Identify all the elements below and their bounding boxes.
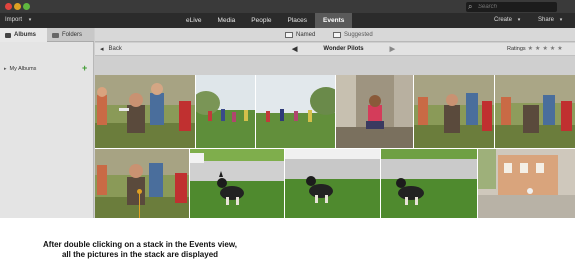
import-label: Import xyxy=(5,17,23,23)
import-menu[interactable]: Import ▾ xyxy=(5,13,31,28)
photo-thumbnail[interactable] xyxy=(414,75,494,148)
tab-elive[interactable]: eLive xyxy=(178,13,210,28)
stack-title: Wonder Pilots xyxy=(323,46,364,52)
add-album-icon[interactable]: + xyxy=(82,64,87,73)
tab-media[interactable]: Media xyxy=(210,13,244,28)
sidebar-tabs: Albums Folders xyxy=(0,28,94,42)
photo-thumbnail[interactable] xyxy=(285,149,380,218)
close-window-button[interactable] xyxy=(5,3,12,10)
create-menu[interactable]: Create ▾ xyxy=(494,13,520,28)
star-icon[interactable]: ★ xyxy=(535,43,540,56)
share-menu[interactable]: Share ▾ xyxy=(538,13,562,28)
calendar-icon xyxy=(333,32,341,38)
next-stack-icon[interactable]: ▶ xyxy=(390,43,395,56)
tab-albums[interactable]: Albums xyxy=(0,28,47,42)
named-tab[interactable]: Named xyxy=(285,28,315,42)
search-input[interactable] xyxy=(478,2,554,12)
view-tabs: eLive Media People Places Events xyxy=(178,13,353,28)
minimize-window-button[interactable] xyxy=(14,3,21,10)
caption-line-2: all the pictures in the stack are displa… xyxy=(61,250,219,259)
photo-thumbnail[interactable] xyxy=(381,149,477,218)
caption: After double clicking on a stack in the … xyxy=(20,240,260,260)
photo-thumbnail[interactable] xyxy=(196,75,255,148)
calendar-icon xyxy=(285,32,293,38)
chevron-down-icon: ▾ xyxy=(28,17,32,23)
suggested-tab[interactable]: Suggested xyxy=(333,28,373,42)
search-box[interactable]: ⌕ xyxy=(466,2,557,12)
chevron-down-icon: ▾ xyxy=(517,17,521,23)
albums-tab-label: Albums xyxy=(14,32,37,38)
tab-places[interactable]: Places xyxy=(280,13,316,28)
tab-events[interactable]: Events xyxy=(315,13,353,28)
caption-pointer-line xyxy=(139,191,140,218)
suggested-label: Suggested xyxy=(344,32,373,38)
sidebar: Albums Folders ▸ My Albums + xyxy=(0,28,94,218)
search-icon: ⌕ xyxy=(468,2,473,11)
tab-folders[interactable]: Folders xyxy=(47,28,94,42)
photo-grid xyxy=(95,75,575,218)
photo-thumbnail[interactable] xyxy=(95,75,195,148)
tab-people[interactable]: People xyxy=(243,13,279,28)
create-label: Create xyxy=(494,17,513,23)
chevron-left-icon: ◂ xyxy=(100,46,104,53)
my-albums-label: My Albums xyxy=(9,66,37,72)
disclosure-triangle-icon: ▸ xyxy=(4,66,7,72)
photo-thumbnail[interactable] xyxy=(478,149,575,218)
back-button[interactable]: ◂ Back xyxy=(100,43,122,56)
caption-line-1: After double clicking on a stack in the … xyxy=(43,240,237,249)
share-label: Share xyxy=(538,17,555,23)
event-type-bar: Named Suggested xyxy=(95,28,575,42)
menu-bar: Import ▾ eLive Media People Places Event… xyxy=(0,13,575,28)
chevron-down-icon: ▾ xyxy=(559,17,563,23)
photo-thumbnail[interactable] xyxy=(495,75,575,148)
photo-thumbnail[interactable] xyxy=(190,149,284,218)
ratings-label: Ratings xyxy=(507,46,526,52)
app-window: ⌕ Import ▾ eLive Media People Places Eve… xyxy=(0,0,575,218)
star-icon[interactable]: ★ xyxy=(550,43,555,56)
folder-icon xyxy=(52,32,59,38)
photo-thumbnail[interactable] xyxy=(336,75,413,148)
named-label: Named xyxy=(296,32,316,38)
photo-thumbnail[interactable] xyxy=(95,149,189,218)
zoom-window-button[interactable] xyxy=(23,3,30,10)
ratings-filter: Ratings ★ ★ ★ ★ ★ xyxy=(507,43,563,56)
stack-nav-bar: ◂ Back ◀ Wonder Pilots ▶ Ratings ★ ★ ★ ★… xyxy=(95,43,575,56)
star-icon[interactable]: ★ xyxy=(557,43,562,56)
title-bar: ⌕ xyxy=(0,0,575,13)
albums-icon xyxy=(5,32,11,38)
folders-tab-label: Folders xyxy=(62,32,83,38)
photo-thumbnail[interactable] xyxy=(256,75,335,148)
my-albums-item[interactable]: ▸ My Albums xyxy=(4,66,36,72)
stack-title-group: ◀ Wonder Pilots ▶ xyxy=(292,43,395,56)
back-label: Back xyxy=(108,46,122,52)
star-icon[interactable]: ★ xyxy=(542,43,547,56)
star-icon[interactable]: ★ xyxy=(528,43,533,56)
previous-stack-icon[interactable]: ◀ xyxy=(292,43,297,56)
